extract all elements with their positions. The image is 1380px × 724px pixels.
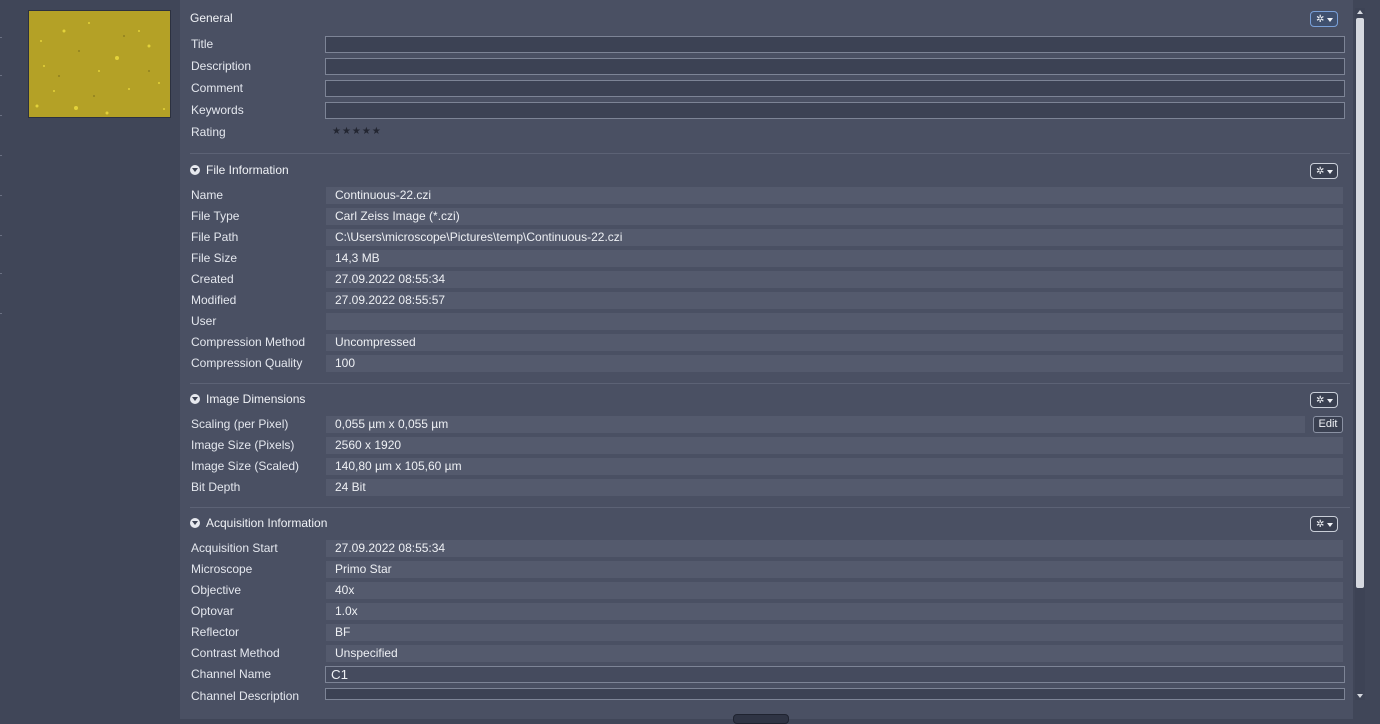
reflector-label: Reflector xyxy=(191,625,240,639)
file-name-label: Name xyxy=(191,188,224,202)
chevron-down-icon xyxy=(1327,18,1333,22)
properties-panel: General ✲ Title Description Comment Keyw… xyxy=(180,0,1353,719)
rating-stars[interactable]: ★★★★★ xyxy=(332,123,382,141)
gear-icon: ✲ xyxy=(1316,519,1325,530)
section-image-dimensions-title: Image Dimensions xyxy=(206,392,306,406)
keywords-label: Keywords xyxy=(191,103,244,117)
collapse-circle-icon[interactable] xyxy=(190,165,200,175)
image-size-scaled-label: Image Size (Scaled) xyxy=(191,459,300,473)
image-thumbnail[interactable] xyxy=(28,10,171,118)
collapse-circle-icon[interactable] xyxy=(190,394,200,404)
arrow-up-icon[interactable] xyxy=(1357,10,1363,14)
file-name-value: Continuous-22.czi xyxy=(326,187,1343,204)
rating-label: Rating xyxy=(191,125,226,139)
edge-tick xyxy=(0,235,2,236)
description-label: Description xyxy=(191,59,252,73)
description-input[interactable] xyxy=(325,58,1345,75)
bit-depth-value: 24 Bit xyxy=(326,479,1343,496)
thumbnail-speckles xyxy=(29,11,170,117)
channel-description-label: Channel Description xyxy=(191,689,300,703)
objective-label: Objective xyxy=(191,583,242,597)
acquisition-start-value: 27.09.2022 08:55:34 xyxy=(326,540,1343,557)
image-size-pixels-value: 2560 x 1920 xyxy=(326,437,1343,454)
contrast-method-value: Unspecified xyxy=(326,645,1343,662)
optovar-value: 1.0x xyxy=(326,603,1343,620)
edge-tick xyxy=(0,195,2,196)
section-acquisition-information-header[interactable]: Acquisition Information xyxy=(190,513,327,533)
section-divider xyxy=(190,507,1350,508)
chevron-down-icon xyxy=(1327,170,1333,174)
optovar-label: Optovar xyxy=(191,604,234,618)
modified-value: 27.09.2022 08:55:57 xyxy=(326,292,1343,309)
created-label: Created xyxy=(191,272,234,286)
modified-label: Modified xyxy=(191,293,237,307)
collapse-circle-icon[interactable] xyxy=(190,518,200,528)
file-type-value: Carl Zeiss Image (*.czi) xyxy=(326,208,1343,225)
user-label: User xyxy=(191,314,217,328)
edit-scaling-button[interactable]: Edit xyxy=(1313,416,1343,433)
title-label: Title xyxy=(191,37,214,51)
bit-depth-label: Bit Depth xyxy=(191,480,241,494)
scaling-label: Scaling (per Pixel) xyxy=(191,417,289,431)
vertical-scrollbar[interactable] xyxy=(1355,8,1365,700)
gear-icon: ✲ xyxy=(1316,14,1325,25)
image-size-pixels-label: Image Size (Pixels) xyxy=(191,438,295,452)
title-input[interactable] xyxy=(325,36,1345,53)
compression-quality-label: Compression Quality xyxy=(191,356,303,370)
compression-method-value: Uncompressed xyxy=(326,334,1343,351)
chevron-down-icon xyxy=(1327,523,1333,527)
channel-name-input[interactable] xyxy=(325,666,1345,683)
file-size-value: 14,3 MB xyxy=(326,250,1343,267)
scrollbar-thumb[interactable] xyxy=(1356,18,1364,588)
image-dimensions-settings-button[interactable]: ✲ xyxy=(1310,392,1338,408)
edge-tick xyxy=(0,313,2,314)
acquisition-start-label: Acquisition Start xyxy=(191,541,278,555)
general-settings-button[interactable]: ✲ xyxy=(1310,11,1338,27)
section-file-information-title: File Information xyxy=(206,163,289,177)
arrow-down-icon[interactable] xyxy=(1357,694,1363,698)
edge-tick xyxy=(0,115,2,116)
user-value xyxy=(326,313,1343,330)
file-path-label: File Path xyxy=(191,230,239,244)
edge-tick xyxy=(0,75,2,76)
edge-tick xyxy=(0,273,2,274)
gear-icon: ✲ xyxy=(1316,395,1325,406)
file-type-label: File Type xyxy=(191,209,240,223)
section-acquisition-information-title: Acquisition Information xyxy=(206,516,328,530)
section-general-title: General xyxy=(190,11,233,25)
channel-name-label: Channel Name xyxy=(191,667,272,681)
section-divider xyxy=(190,383,1350,384)
acquisition-information-settings-button[interactable]: ✲ xyxy=(1310,516,1338,532)
microscope-label: Microscope xyxy=(191,562,253,576)
chevron-down-icon xyxy=(1327,399,1333,403)
scaling-value: 0,055 µm x 0,055 µm xyxy=(326,416,1305,433)
edge-tick xyxy=(0,37,2,38)
channel-description-input[interactable] xyxy=(325,688,1345,700)
gear-icon: ✲ xyxy=(1316,166,1325,177)
section-file-information-header[interactable]: File Information xyxy=(190,160,289,180)
reflector-value: BF xyxy=(326,624,1343,641)
section-image-dimensions-header[interactable]: Image Dimensions xyxy=(190,389,305,409)
contrast-method-label: Contrast Method xyxy=(191,646,280,660)
section-divider xyxy=(190,153,1350,154)
objective-value: 40x xyxy=(326,582,1343,599)
left-panel-edge xyxy=(0,0,6,719)
compression-quality-value: 100 xyxy=(326,355,1343,372)
file-size-label: File Size xyxy=(191,251,238,265)
comment-input[interactable] xyxy=(325,80,1345,97)
file-information-settings-button[interactable]: ✲ xyxy=(1310,163,1338,179)
bottom-tab-handle[interactable] xyxy=(733,714,789,724)
microscope-value: Primo Star xyxy=(326,561,1343,578)
keywords-input[interactable] xyxy=(325,102,1345,119)
section-general-header: General xyxy=(190,8,233,28)
edge-tick xyxy=(0,155,2,156)
image-size-scaled-value: 140,80 µm x 105,60 µm xyxy=(326,458,1343,475)
comment-label: Comment xyxy=(191,81,244,95)
compression-method-label: Compression Method xyxy=(191,335,306,349)
created-value: 27.09.2022 08:55:34 xyxy=(326,271,1343,288)
file-path-value: C:\Users\microscope\Pictures\temp\Contin… xyxy=(326,229,1343,246)
